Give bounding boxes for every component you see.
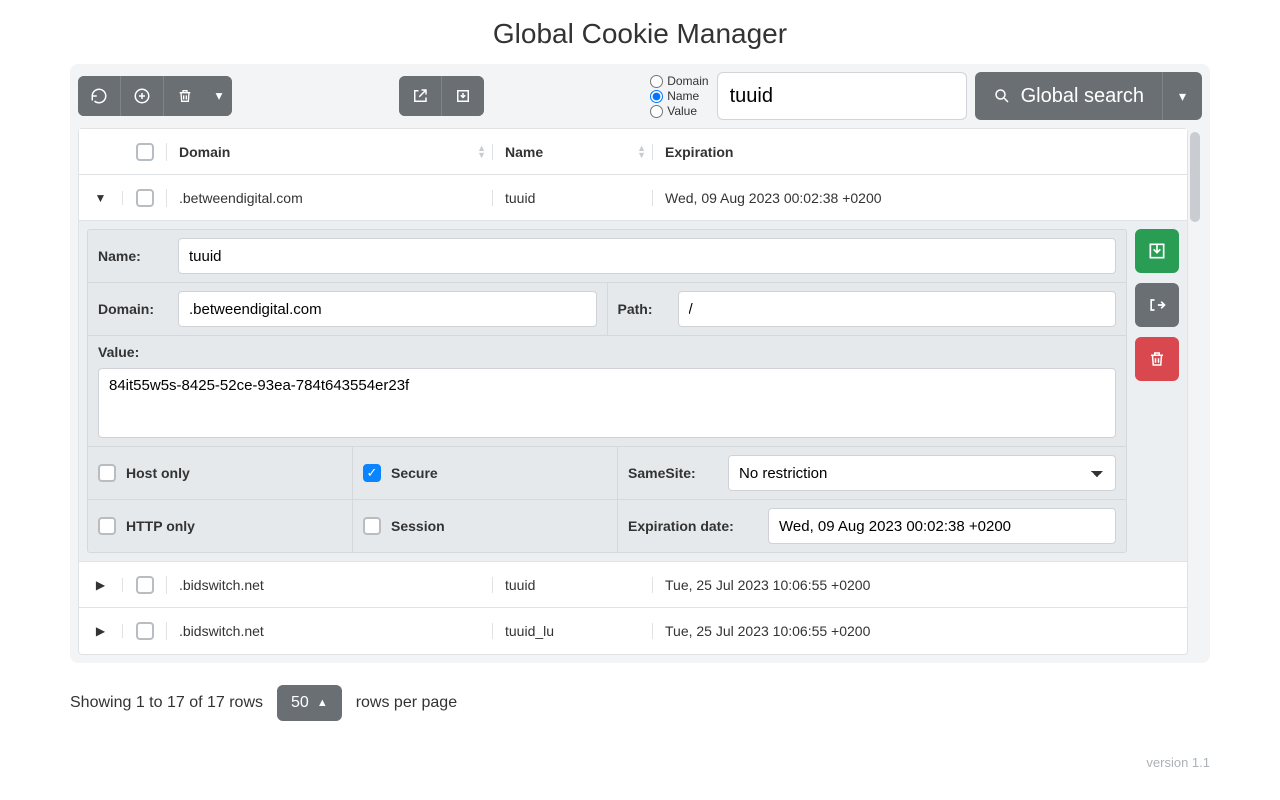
- trash-icon: [177, 88, 193, 104]
- cell-domain: .betweendigital.com: [167, 190, 493, 206]
- radio-domain[interactable]: Domain: [650, 74, 708, 88]
- table-row: ▶ .bidswitch.net tuuid Tue, 25 Jul 2023 …: [79, 562, 1187, 608]
- detail-value-textarea[interactable]: [98, 368, 1116, 438]
- expiration-date-input[interactable]: [768, 508, 1116, 544]
- add-button[interactable]: [121, 76, 163, 116]
- export-button[interactable]: [399, 76, 441, 116]
- caret-down-icon: ▾: [216, 88, 223, 104]
- label-value: Value:: [98, 344, 168, 360]
- plus-circle-icon: [133, 87, 151, 105]
- global-search-button[interactable]: Global search: [975, 85, 1162, 108]
- cell-expiration: Tue, 25 Jul 2023 10:06:55 +0200: [653, 577, 1187, 593]
- select-all-checkbox[interactable]: [136, 143, 154, 161]
- samesite-select[interactable]: No restriction: [728, 455, 1116, 491]
- label-http-only: HTTP only: [126, 518, 195, 534]
- cell-name: tuuid: [493, 190, 653, 206]
- page-title: Global Cookie Manager: [70, 0, 1210, 64]
- detail-path-input[interactable]: [678, 291, 1117, 327]
- toolbar-group-mid: [399, 76, 484, 116]
- delete-dropdown-button[interactable]: ▾: [206, 76, 232, 116]
- radio-value[interactable]: Value: [650, 104, 708, 118]
- global-search-dropdown[interactable]: ▾: [1162, 72, 1202, 120]
- row-checkbox[interactable]: [136, 189, 154, 207]
- secure-checkbox[interactable]: ✓: [363, 464, 381, 482]
- rows-per-page-label: rows per page: [356, 694, 457, 712]
- global-search-label: Global search: [1021, 85, 1144, 108]
- save-icon: [1147, 241, 1167, 261]
- save-cookie-button[interactable]: [1135, 229, 1179, 273]
- export-icon: [1147, 295, 1167, 315]
- cell-name: tuuid: [493, 577, 653, 593]
- column-header-expiration[interactable]: Expiration: [653, 144, 1187, 160]
- scroll-thumb[interactable]: [1190, 132, 1200, 222]
- host-only-checkbox[interactable]: [98, 464, 116, 482]
- label-domain: Domain:: [98, 301, 168, 317]
- export-cookie-button[interactable]: [1135, 283, 1179, 327]
- table-row: ▶ .bidswitch.net tuuid_lu Tue, 25 Jul 20…: [79, 608, 1187, 654]
- search-scope-radios: Domain Name Value: [650, 74, 708, 118]
- global-search-button-group: Global search ▾: [975, 72, 1202, 120]
- label-name: Name:: [98, 248, 168, 264]
- table-scrollbar[interactable]: [1188, 128, 1202, 655]
- export-icon: [411, 87, 429, 105]
- import-icon: [454, 87, 472, 105]
- radio-name-label: Name: [667, 89, 699, 103]
- delete-button[interactable]: [164, 76, 206, 116]
- radio-domain-label: Domain: [667, 74, 708, 88]
- radio-value-label: Value: [667, 104, 697, 118]
- table-header: Domain▲▼ Name▲▼ Expiration: [79, 129, 1187, 175]
- showing-text: Showing 1 to 17 of 17 rows: [70, 694, 263, 712]
- radio-name[interactable]: Name: [650, 89, 708, 103]
- sort-icon: ▲▼: [477, 145, 486, 159]
- cell-expiration: Wed, 09 Aug 2023 00:02:38 +0200: [653, 190, 1187, 206]
- trash-icon: [1148, 350, 1166, 368]
- cell-domain: .bidswitch.net: [167, 577, 493, 593]
- row-detail-panel: Name: Domain: Path:: [79, 221, 1187, 562]
- label-secure: Secure: [391, 465, 438, 481]
- delete-cookie-button[interactable]: [1135, 337, 1179, 381]
- column-header-domain[interactable]: Domain▲▼: [167, 144, 493, 160]
- expand-toggle[interactable]: ▶: [96, 578, 105, 592]
- cell-expiration: Tue, 25 Jul 2023 10:06:55 +0200: [653, 623, 1187, 639]
- detail-name-input[interactable]: [178, 238, 1116, 274]
- row-checkbox[interactable]: [136, 576, 154, 594]
- search-input[interactable]: [717, 72, 967, 120]
- label-exp-date: Expiration date:: [628, 518, 758, 534]
- expand-toggle[interactable]: ▶: [96, 624, 105, 638]
- label-samesite: SameSite:: [628, 465, 718, 481]
- column-header-name[interactable]: Name▲▼: [493, 144, 653, 160]
- label-host-only: Host only: [126, 465, 190, 481]
- toolbar-group-left: ▾: [78, 76, 232, 116]
- pagination-footer: Showing 1 to 17 of 17 rows 50 ▲ rows per…: [70, 663, 1210, 721]
- row-checkbox[interactable]: [136, 622, 154, 640]
- refresh-icon: [90, 87, 108, 105]
- caret-up-icon: ▲: [317, 697, 328, 709]
- sort-icon: ▲▼: [637, 145, 646, 159]
- table-row: ▼ .betweendigital.com tuuid Wed, 09 Aug …: [79, 175, 1187, 221]
- refresh-button[interactable]: [78, 76, 120, 116]
- cell-name: tuuid_lu: [493, 623, 653, 639]
- toolbar: ▾ Domain Name Value Global search: [78, 72, 1202, 120]
- page-size-select[interactable]: 50 ▲: [277, 685, 342, 721]
- label-session: Session: [391, 518, 445, 534]
- import-button[interactable]: [442, 76, 484, 116]
- cell-domain: .bidswitch.net: [167, 623, 493, 639]
- caret-down-icon: ▾: [1179, 88, 1186, 105]
- detail-domain-input[interactable]: [178, 291, 597, 327]
- search-icon: [993, 87, 1011, 105]
- http-only-checkbox[interactable]: [98, 517, 116, 535]
- cookie-table: Domain▲▼ Name▲▼ Expiration ▼ .betweendig…: [78, 128, 1188, 655]
- label-path: Path:: [618, 301, 668, 317]
- version-label: version 1.1: [1146, 755, 1210, 770]
- session-checkbox[interactable]: [363, 517, 381, 535]
- collapse-toggle[interactable]: ▼: [95, 191, 107, 205]
